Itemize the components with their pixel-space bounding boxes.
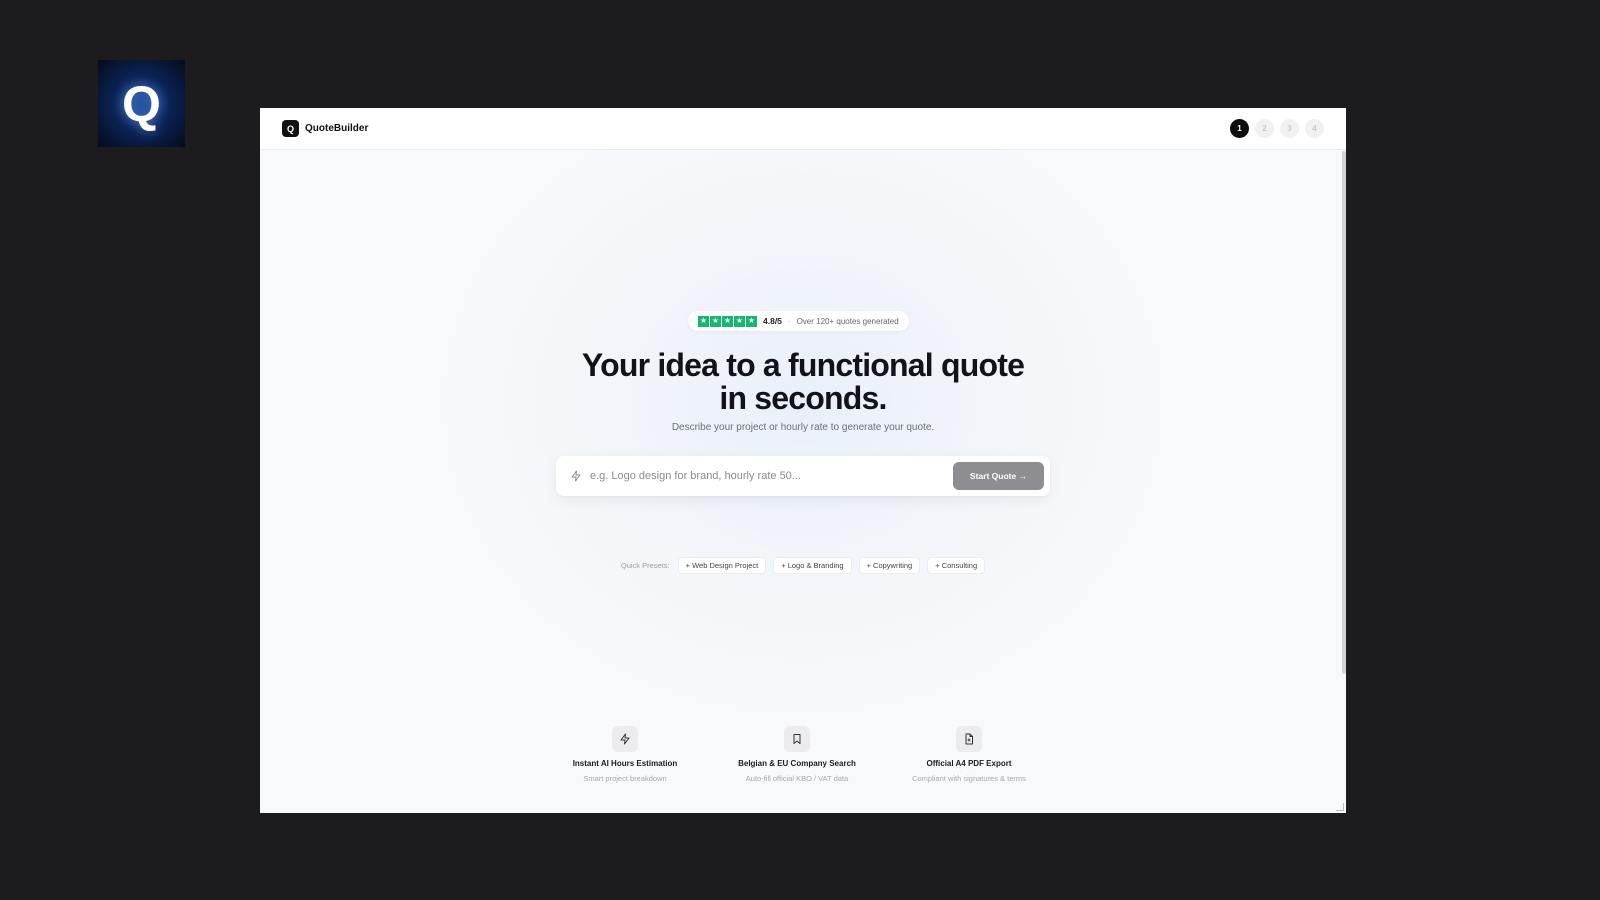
resize-grip-icon[interactable] [1336,803,1344,811]
feature-list: Instant AI Hours Estimation Smart projec… [540,726,1054,783]
preset-logo-branding[interactable]: + Logo & Branding [773,557,852,574]
feature-icon-wrapper [956,726,982,752]
document-icon [965,733,973,745]
page-title-line-2: in seconds. [719,380,887,416]
project-description-input[interactable] [590,470,953,482]
feature-company-search: Belgian & EU Company Search Auto-fill of… [712,726,882,783]
vertical-scrollbar[interactable] [1342,151,1346,674]
rating-badge: ★ ★ ★ ★ ★ 4.8/5 · Over 120+ quotes gener… [688,311,909,331]
brand[interactable]: Q QuoteBuilder [282,120,368,137]
bookmark-icon [793,734,801,744]
step-1[interactable]: 1 [1230,119,1249,138]
feature-title: Official A4 PDF Export [926,759,1012,768]
feature-icon-wrapper [784,726,810,752]
brand-logo-icon: Q [282,120,299,137]
top-bar: Q QuoteBuilder 1 2 3 4 [260,108,1346,150]
star-icon: ★ [746,315,757,327]
star-icon: ★ [734,315,745,327]
page-title-line-1: Your idea to a functional quote [581,347,1025,383]
hero-section: ★ ★ ★ ★ ★ 4.8/5 · Over 120+ quotes gener… [260,151,1346,813]
step-indicator: 1 2 3 4 [1230,119,1324,138]
feature-ai-estimation: Instant AI Hours Estimation Smart projec… [540,726,710,783]
rating-note: Over 120+ quotes generated [796,316,899,326]
rating-score: 4.8/5 [763,316,782,326]
step-3[interactable]: 3 [1280,119,1299,138]
lightning-icon [620,733,630,745]
brand-name: QuoteBuilder [305,123,369,134]
preset-consulting[interactable]: + Consulting [927,557,986,574]
page-subtitle: Describe your project or hourly rate to … [671,422,935,433]
quick-presets-label: Quick Presets: [620,561,670,570]
feature-icon-wrapper [612,726,638,752]
step-2[interactable]: 2 [1255,119,1274,138]
start-quote-button[interactable]: Start Quote → [953,462,1044,490]
app-logo-glyph: Q [122,75,161,132]
feature-title: Instant AI Hours Estimation [572,759,678,768]
preset-web-design[interactable]: + Web Design Project [677,557,767,574]
app-logo-tile: Q [98,60,185,147]
feature-subtitle: Compliant with signatures & terms [912,774,1026,783]
step-4[interactable]: 4 [1305,119,1324,138]
star-rating: ★ ★ ★ ★ ★ [698,315,757,327]
lightning-icon [571,470,581,482]
feature-subtitle: Smart project breakdown [583,774,667,783]
feature-pdf-export: Official A4 PDF Export Compliant with si… [884,726,1054,783]
browser-window: Q QuoteBuilder 1 2 3 4 ★ ★ ★ ★ ★ 4.8/5 ·… [260,108,1346,813]
feature-title: Belgian & EU Company Search [738,759,856,768]
rating-separator: · [787,316,791,326]
star-icon: ★ [698,315,709,327]
quick-presets: Quick Presets: + Web Design Project + Lo… [260,557,1346,574]
page-title: Your idea to a functional quote in secon… [260,349,1346,415]
quote-prompt-bar: Start Quote → [556,456,1050,496]
preset-copywriting[interactable]: + Copywriting [858,557,921,574]
star-icon: ★ [722,315,733,327]
feature-subtitle: Auto-fill official KBO / VAT data [745,774,849,783]
star-icon: ★ [710,315,721,327]
